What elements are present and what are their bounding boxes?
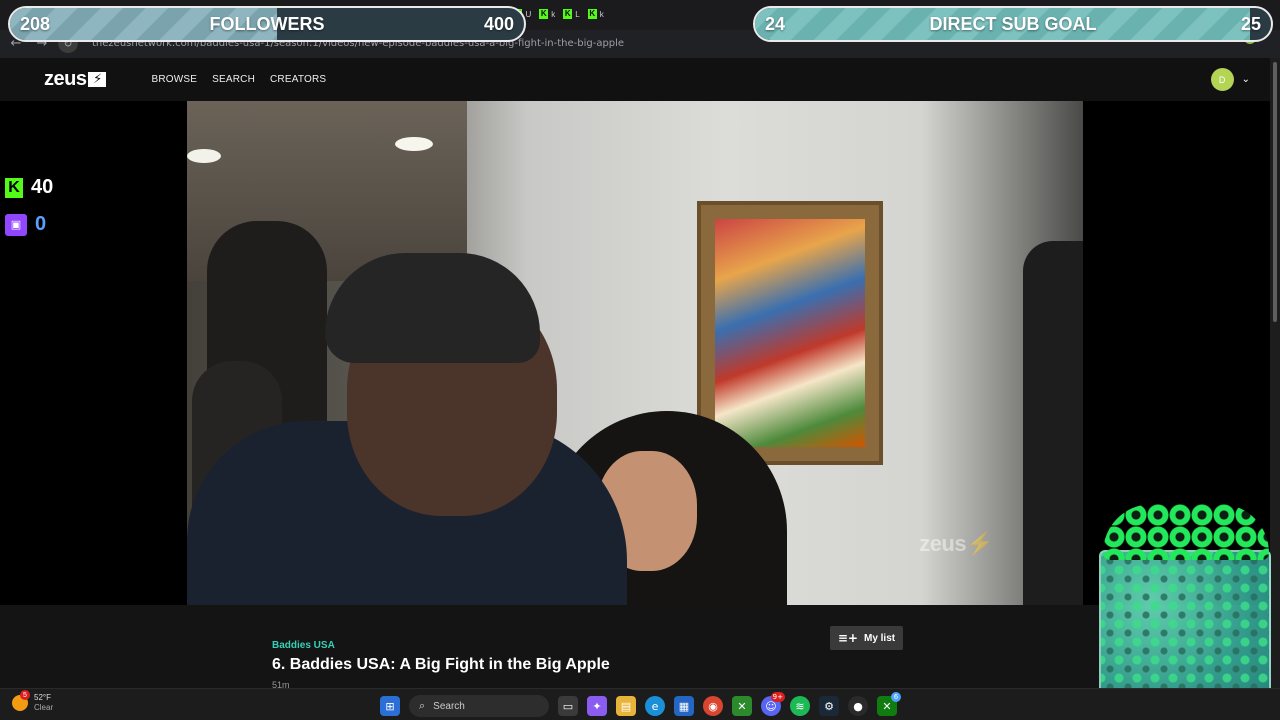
kick-icon: K (587, 9, 597, 19)
search-icon: ⌕ (419, 699, 426, 712)
video-ceiling-light (395, 137, 433, 151)
weather-widget[interactable]: 5 52°F Clear (12, 690, 53, 713)
twitch-count: 0 (35, 213, 47, 235)
store-icon[interactable]: ▦ (674, 696, 694, 716)
main-nav: BROWSE SEARCH CREATORS (151, 74, 326, 85)
screen: ← → ↻ thezeusnetwork.com/baddies-usa-1/s… (0, 0, 1280, 720)
steam-icon[interactable]: ⚙ (819, 696, 839, 716)
copilot-icon[interactable]: ✦ (587, 696, 607, 716)
my-list-button[interactable]: ≡+ My list (830, 626, 903, 650)
twitch-icon: ▣ (5, 213, 27, 236)
video-player[interactable]: zeus⚡ (187, 101, 1083, 605)
ticker-letter: U (525, 9, 532, 19)
my-list-label: My list (863, 632, 896, 644)
scrollbar-thumb[interactable] (1273, 62, 1277, 322)
site-header: zeus ⚡ BROWSE SEARCH CREATORS D ⌄ (0, 58, 1270, 101)
chrome-icon[interactable]: ◉ (703, 696, 723, 716)
episode-title: 6. Baddies USA: A Big Fight in the Big A… (272, 656, 610, 673)
sub-goal-bar: 24 DIRECT SUB GOAL 25 (753, 6, 1273, 42)
spotify-icon[interactable]: ≋ (790, 696, 810, 716)
playlist-add-icon: ≡+ (837, 631, 858, 645)
kick-viewer-counter: K 40 (5, 176, 53, 199)
logo-text: zeus (44, 68, 87, 90)
twitch-viewer-counter: ▣ 0 (5, 213, 46, 236)
nav-browse[interactable]: BROWSE (151, 74, 197, 85)
weather-alert-badge: 5 (20, 690, 30, 700)
kick-icon: K (539, 9, 549, 19)
search-placeholder: Search (433, 700, 465, 712)
video-ceiling-light (187, 149, 221, 163)
zeus-logo[interactable]: zeus ⚡ (44, 68, 107, 91)
taskbar-apps: ⊞ ⌕ Search ▭ ✦ ▤ e ▦ ◉ ✕ ☺ 9+ ≋ ⚙ ● ✕ 6 (380, 692, 901, 717)
ticker-letter: k (551, 9, 556, 19)
video-right-person (1023, 241, 1083, 605)
kick-count: 40 (31, 176, 54, 198)
xbox-icon[interactable]: ✕ (732, 696, 752, 716)
video-man-cap (325, 253, 540, 363)
nav-creators[interactable]: CREATORS (270, 74, 326, 85)
avatar[interactable]: D (1210, 68, 1234, 91)
task-view-icon[interactable]: ▭ (558, 696, 578, 716)
video-painting (715, 219, 865, 447)
edge-icon[interactable]: e (645, 696, 665, 716)
weather-text: 52°F Clear (34, 693, 53, 713)
weather-sun-icon: 5 (12, 690, 30, 711)
ticker-item: KL (563, 9, 580, 19)
kick-icon: K (563, 9, 573, 19)
jar-contents (1101, 552, 1269, 710)
discord-icon[interactable]: ☺ 9+ (761, 692, 785, 716)
weather-desc: Clear (34, 703, 54, 712)
xbox-app-icon[interactable]: ✕ 6 (877, 692, 901, 716)
ticker-letter: k (599, 9, 604, 19)
kick-jar-overlay (1097, 500, 1275, 715)
discord-notification-badge: 9+ (770, 692, 785, 702)
ticker-item: Kk (539, 9, 555, 19)
bolt-icon: ⚡ (88, 72, 107, 87)
jar-overflow-kick-coins (1103, 504, 1269, 560)
windows-start-icon[interactable]: ⊞ (380, 696, 400, 716)
followers-goal-bar: 208 FOLLOWERS 400 (8, 6, 526, 42)
show-link[interactable]: Baddies USA (272, 640, 335, 651)
sub-goal-label: DIRECT SUB GOAL (929, 13, 1097, 34)
sub-target: 25 (1240, 13, 1261, 34)
taskbar-search-box[interactable]: ⌕ Search (409, 695, 549, 717)
weather-temp: 52°F (34, 693, 51, 702)
user-menu[interactable]: D ⌄ (1210, 68, 1250, 91)
chevron-down-icon[interactable]: ⌄ (1242, 74, 1250, 85)
windows-taskbar: 5 52°F Clear ⊞ ⌕ Search ▭ ✦ ▤ e ▦ ◉ ✕ ☺ … (0, 688, 1280, 720)
file-explorer-icon[interactable]: ▤ (616, 696, 636, 716)
nav-search[interactable]: SEARCH (212, 74, 255, 85)
followers-target: 400 (483, 13, 514, 34)
ticker-item: Kk (587, 9, 604, 19)
kick-icon: K (5, 177, 23, 198)
ticker-letter: L (575, 9, 580, 19)
xbox-notification-badge: 6 (891, 692, 901, 702)
followers-label: FOLLOWERS (209, 13, 325, 34)
obs-icon[interactable]: ● (848, 696, 868, 716)
episode-info-area (0, 605, 1270, 688)
video-watermark: zeus⚡ (919, 531, 993, 556)
